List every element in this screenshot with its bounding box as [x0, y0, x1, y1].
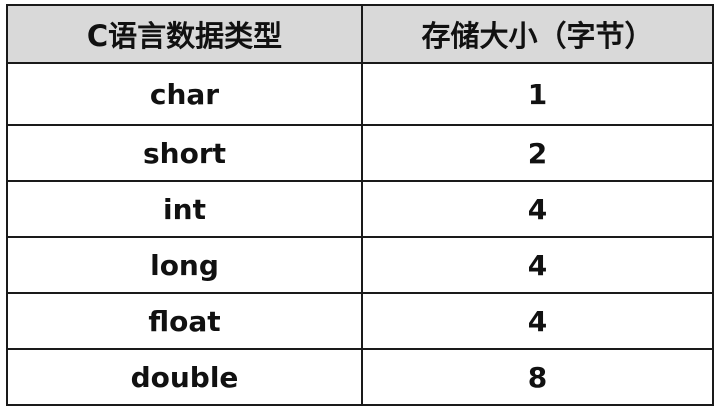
type-cell: float — [6, 292, 363, 350]
data-type-size-table-container: C语言数据类型 存储大小（字节） char 1 short 2 int 4 lo… — [6, 4, 714, 408]
table-row: char 1 — [6, 62, 714, 126]
data-type-size-table: C语言数据类型 存储大小（字节） char 1 short 2 int 4 lo… — [6, 4, 714, 406]
table-row: double 8 — [6, 348, 714, 406]
size-cell: 4 — [361, 180, 714, 238]
type-cell: short — [6, 124, 363, 182]
header-storage-size: 存储大小（字节） — [361, 4, 714, 64]
table-header-row: C语言数据类型 存储大小（字节） — [6, 4, 714, 64]
type-cell: char — [6, 62, 363, 126]
size-cell: 4 — [361, 292, 714, 350]
type-cell: int — [6, 180, 363, 238]
size-cell: 1 — [361, 62, 714, 126]
size-cell: 2 — [361, 124, 714, 182]
header-data-type: C语言数据类型 — [6, 4, 363, 64]
type-cell: double — [6, 348, 363, 406]
size-cell: 4 — [361, 236, 714, 294]
table-row: short 2 — [6, 124, 714, 182]
size-cell: 8 — [361, 348, 714, 406]
table-row: int 4 — [6, 180, 714, 238]
table-row: float 4 — [6, 292, 714, 350]
type-cell: long — [6, 236, 363, 294]
table-row: long 4 — [6, 236, 714, 294]
